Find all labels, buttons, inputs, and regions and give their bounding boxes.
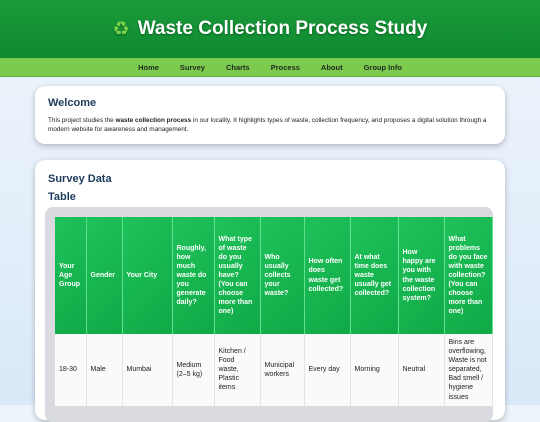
site-title-text: Waste Collection Process Study (137, 18, 428, 39)
col-header-waste-type: What type of waste do you usually have? … (214, 217, 261, 334)
nav-link-home[interactable]: Home (138, 63, 159, 72)
table-cell: Morning (350, 334, 399, 406)
table-heading: Table (48, 191, 76, 203)
welcome-card: Welcome This project studies the waste c… (35, 86, 505, 144)
table-cell: Bins are overflowing, Waste is not separ… (444, 334, 493, 406)
col-header-collection-time: At what time does waste usually get coll… (350, 217, 399, 334)
col-header-age-group: Your Age Group (55, 217, 87, 334)
welcome-heading: Welcome (48, 97, 97, 109)
col-header-collector: Who usually collects your waste? (260, 217, 305, 334)
table-cell: 18-30 (55, 334, 87, 406)
table-cell: Mumbai (122, 334, 173, 406)
table-cell: Municipal workers (260, 334, 305, 406)
col-header-satisfaction: How happy are you with the waste collect… (398, 217, 445, 334)
table-cell: Kitchen / Food waste, Plastic items (214, 334, 261, 406)
col-header-city: Your City (122, 217, 173, 334)
welcome-text-bold: waste collection process (115, 117, 192, 124)
survey-heading: Survey Data (48, 173, 112, 185)
table-cell: Every day (304, 334, 351, 406)
table-cell: Neutral (398, 334, 445, 406)
nav-link-charts[interactable]: Charts (226, 63, 250, 72)
site-title: ♻ Waste Collection Process Study (113, 18, 428, 40)
nav-link-survey[interactable]: Survey (180, 63, 205, 72)
col-header-waste-amount: Roughly, how much waste do you generate … (172, 217, 215, 334)
nav-link-about[interactable]: About (321, 63, 343, 72)
survey-card: Survey Data Table Your Age Group Gender … (35, 160, 505, 422)
table-header-row: Your Age Group Gender Your City Roughly,… (55, 217, 493, 334)
table-container[interactable]: Your Age Group Gender Your City Roughly,… (45, 207, 493, 422)
survey-table: Your Age Group Gender Your City Roughly,… (55, 217, 493, 406)
col-header-gender: Gender (86, 217, 123, 334)
welcome-text-start: This project studies the (48, 117, 116, 124)
nav-link-group-info[interactable]: Group Info (364, 63, 402, 72)
col-header-frequency: How often does waste get collected? (304, 217, 351, 334)
table-cell: Medium (2–5 kg) (172, 334, 215, 406)
welcome-text: This project studies the waste collectio… (48, 117, 492, 134)
main-nav: Home Survey Charts Process About Group I… (0, 58, 540, 77)
col-header-problems: What problems do you face with waste col… (444, 217, 493, 334)
site-header: ♻ Waste Collection Process Study (0, 0, 540, 58)
table-row: 18-30 Male Mumbai Medium (2–5 kg) Kitche… (55, 334, 493, 406)
nav-link-process[interactable]: Process (271, 63, 300, 72)
recycle-icon: ♻ (112, 18, 130, 40)
table-cell: Male (86, 334, 123, 406)
